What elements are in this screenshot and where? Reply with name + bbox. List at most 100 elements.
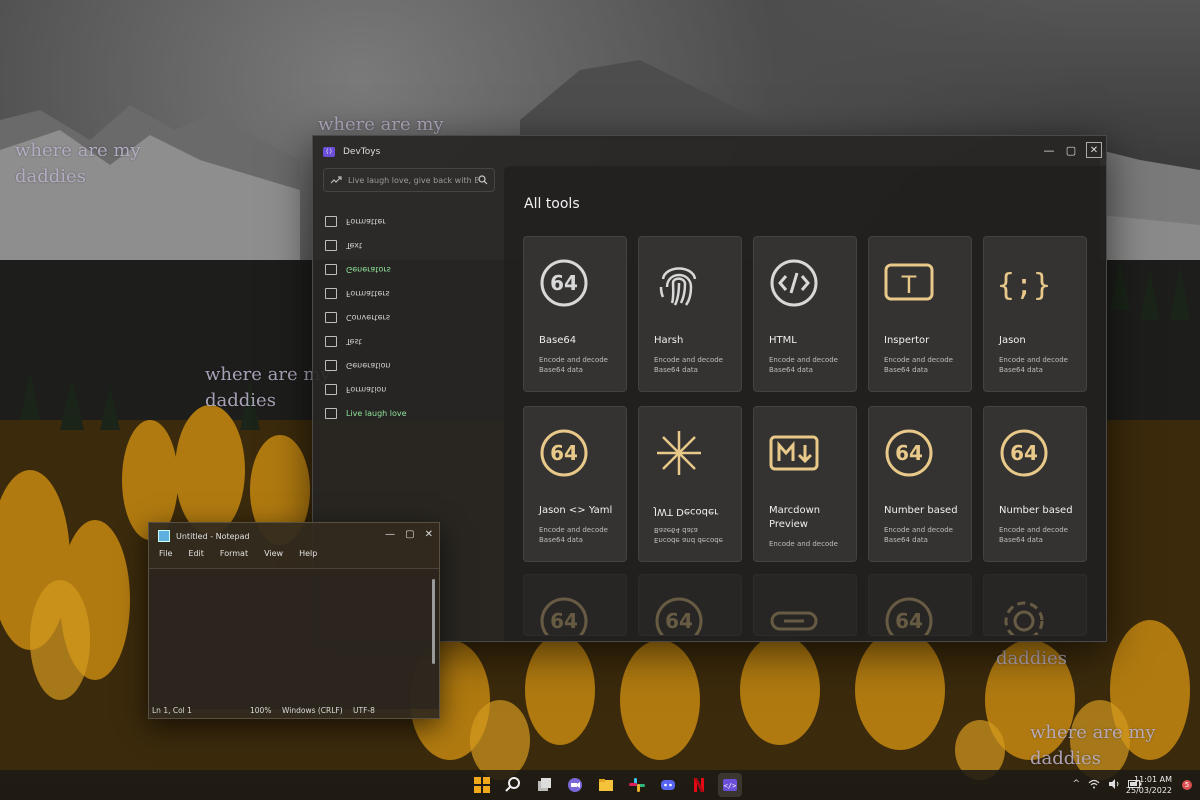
sidebar-item-label: Converters: [346, 312, 391, 322]
menu-view[interactable]: View: [264, 549, 283, 558]
base64-icon: 64: [538, 595, 594, 635]
tool-card-harsh[interactable]: Harsh Encode and decode Base64 data: [638, 236, 742, 392]
wallpaper-text: daddies: [996, 648, 1067, 669]
tool-card-faded[interactable]: 64: [523, 574, 627, 636]
notepad-titlebar[interactable]: Untitled - Notepad — ▢ ✕: [149, 523, 439, 549]
tool-name: Harsh: [654, 335, 684, 346]
sidebar-item-live-laugh-love[interactable]: Live laugh love: [323, 401, 493, 425]
search-box[interactable]: Live laugh love, give back with Bing: [323, 168, 495, 192]
tool-card-jwt-decoder[interactable]: JWT Decoder Encode and decode Base64 dat…: [638, 406, 742, 562]
file-explorer-icon[interactable]: [594, 773, 618, 797]
menu-format[interactable]: Format: [220, 549, 248, 558]
notepad-window[interactable]: Untitled - Notepad — ▢ ✕ File Edit Forma…: [148, 522, 440, 719]
menu-help[interactable]: Help: [299, 549, 317, 558]
tool-card-inspertor[interactable]: T Inspertor Encode and decode Base64 dat…: [868, 236, 972, 392]
svg-text:T: T: [901, 271, 917, 299]
base64-icon: 64: [883, 595, 939, 635]
menu-edit[interactable]: Edit: [188, 549, 204, 558]
tool-name: Marcdown Preview: [769, 505, 821, 530]
base64-icon: 64: [883, 427, 939, 483]
main-content: All tools 64 Base64 Encode and decode Ba…: [504, 166, 1106, 641]
tool-description: Encode and decode Base64 data: [654, 526, 723, 544]
svg-text:{;}: {;}: [998, 268, 1050, 303]
devtoys-icon[interactable]: </>: [718, 773, 742, 797]
devtoys-titlebar[interactable]: ⟨⟩ DevToys — ▢ ✕: [313, 136, 1106, 168]
sidebar-item-formatters[interactable]: Formatters: [323, 281, 493, 305]
tool-name: HTML: [769, 335, 797, 346]
sidebar-item-generators[interactable]: Generators: [323, 257, 493, 281]
vertical-scrollbar[interactable]: [431, 571, 436, 701]
close-button[interactable]: ✕: [1086, 142, 1102, 158]
cursor-position: Ln 1, Col 1: [152, 706, 192, 715]
window-controls: — ▢ ✕: [1038, 136, 1106, 164]
tool-description: Encode and decode Base64 data: [539, 356, 608, 374]
tool-description: Encode and decode Base64 data: [999, 356, 1068, 374]
converter-icon: [325, 407, 337, 419]
text-editor[interactable]: [149, 568, 439, 709]
teams-chat-icon[interactable]: [563, 773, 587, 797]
base64-icon: 64: [538, 427, 594, 483]
tool-card-base64[interactable]: 64 Base64 Encode and decode Base64 data: [523, 236, 627, 392]
svg-text:64: 64: [665, 609, 693, 633]
sidebar-item-label: Formatters: [346, 288, 390, 298]
fingerprint-icon: [653, 257, 709, 313]
netflix-icon[interactable]: [687, 773, 711, 797]
sidebar-item-test[interactable]: Test: [323, 329, 493, 353]
wifi-icon[interactable]: [1088, 779, 1100, 789]
sidebar-item-text[interactable]: Text: [323, 233, 493, 257]
tool-card-jason[interactable]: {;} Jason Encode and decode Base64 data: [983, 236, 1087, 392]
tool-card-faded[interactable]: 64: [638, 574, 742, 636]
search-icon[interactable]: [501, 773, 525, 797]
svg-text:64: 64: [895, 609, 923, 633]
discord-icon[interactable]: [656, 773, 680, 797]
tool-description: Encode and decode Base64 data: [884, 526, 953, 544]
minimize-button[interactable]: —: [385, 529, 395, 540]
slack-icon[interactable]: [625, 773, 649, 797]
devtoys-app-icon: ⟨⟩: [323, 147, 335, 157]
windows-start-icon[interactable]: [470, 773, 494, 797]
sidebar-item-label: Live laugh love: [346, 408, 407, 418]
task-view-icon[interactable]: [532, 773, 556, 797]
volume-icon[interactable]: [1108, 779, 1120, 789]
tool-name: Number based: [999, 505, 1073, 516]
sidebar-item-generation[interactable]: Generation: [323, 353, 493, 377]
sidebar-item-formation[interactable]: Formation: [323, 377, 493, 401]
tool-description: Encode and decode: [769, 540, 838, 548]
jwt-sparkle-icon: [653, 427, 709, 483]
sidebar-item-converters[interactable]: Converters: [323, 305, 493, 329]
sidebar-item-label: Generators: [346, 264, 391, 274]
generator-icon: [325, 263, 337, 275]
tool-card-markdown-preview[interactable]: Marcdown Preview Encode and decode: [753, 406, 857, 562]
window-controls: — ▢ ✕: [385, 529, 433, 540]
text-icon: [325, 335, 337, 347]
encoding: UTF-8: [353, 706, 375, 715]
tool-card-faded[interactable]: 64: [868, 574, 972, 636]
zoom-level: 100%: [250, 706, 272, 715]
tool-card-faded[interactable]: [983, 574, 1087, 636]
tool-name: Inspertor: [884, 335, 930, 346]
wallpaper-text: where are my daddies: [1030, 722, 1156, 769]
tool-card-number-based-2[interactable]: 64 Number based Encode and decode Base64…: [983, 406, 1087, 562]
chevron-up-icon[interactable]: ^: [1072, 779, 1080, 789]
sidebar-item-label: Text: [346, 240, 363, 250]
text-inspector-icon: T: [883, 257, 939, 313]
tool-card-number-based[interactable]: 64 Number based Encode and decode Base64…: [868, 406, 972, 562]
close-button[interactable]: ✕: [425, 529, 433, 540]
clock[interactable]: 11:01 AM 25/03/2022: [1126, 774, 1172, 796]
tool-card-html[interactable]: HTML Encode and decode Base64 data: [753, 236, 857, 392]
notification-badge[interactable]: 5: [1182, 780, 1192, 790]
menu-file[interactable]: File: [159, 549, 172, 558]
sidebar-item-formatter[interactable]: Formatter: [323, 209, 493, 233]
minimize-button[interactable]: —: [1038, 136, 1060, 164]
tool-name: Number based: [884, 505, 958, 516]
tool-card-faded[interactable]: [753, 574, 857, 636]
maximize-button[interactable]: ▢: [1060, 136, 1082, 164]
search-input[interactable]: Live laugh love, give back with Bing: [348, 176, 478, 185]
status-bar: Ln 1, Col 1 100% Windows (CRLF) UTF-8: [149, 704, 439, 718]
sidebar-item-label: Generation: [346, 360, 391, 370]
maximize-button[interactable]: ▢: [405, 529, 414, 540]
base64-icon: 64: [653, 595, 709, 635]
scrollbar-thumb[interactable]: [432, 579, 435, 664]
tool-card-jason-yaml[interactable]: 64 Jason <> Yaml Encode and decode Base6…: [523, 406, 627, 562]
search-icon[interactable]: [478, 175, 488, 185]
